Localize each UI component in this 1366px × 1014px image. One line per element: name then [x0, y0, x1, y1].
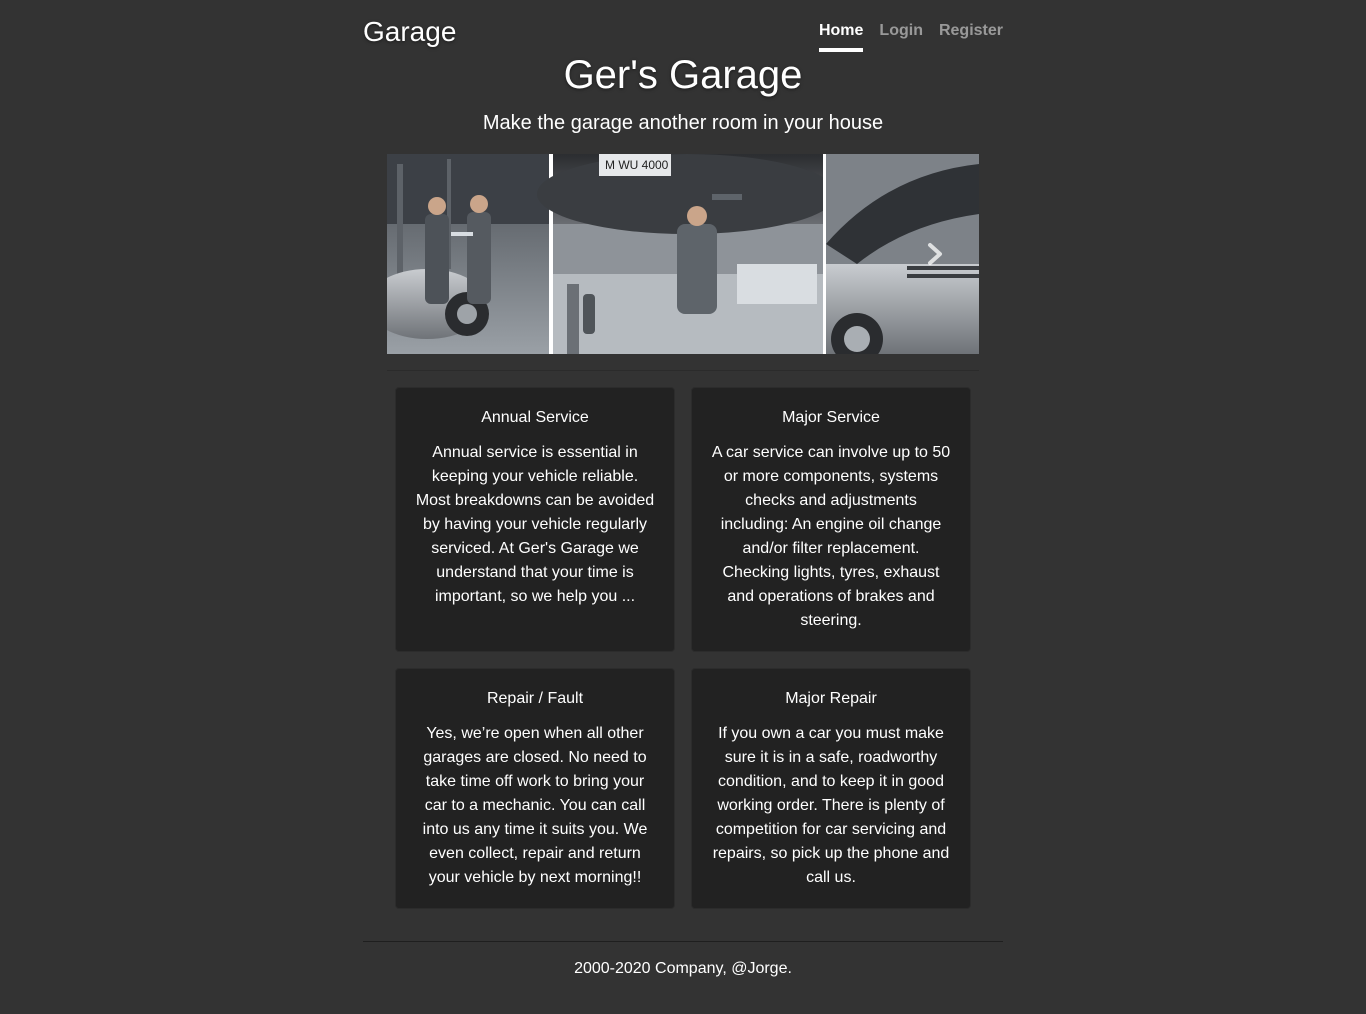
divider: [387, 370, 979, 371]
service-card-repair-fault: Repair / Fault Yes, we’re open when all …: [395, 668, 675, 909]
service-title: Major Service: [782, 409, 880, 426]
service-description: Yes, we’re open when all other garages a…: [422, 725, 648, 886]
license-plate-text: M WU 4000: [605, 158, 669, 172]
masthead: Garage Home Login Register: [363, 14, 1003, 54]
nav-register-link[interactable]: Register: [939, 22, 1003, 52]
service-card-major-service: Major Service A car service can involve …: [691, 387, 971, 652]
service-title: Major Repair: [785, 690, 877, 707]
page-subtitle: Make the garage another room in your hou…: [482, 112, 884, 134]
page-title: Ger's Garage: [563, 53, 803, 97]
main-nav: Home Login Register: [803, 22, 1003, 52]
service-description: Annual service is essential in keeping y…: [415, 444, 655, 605]
service-title: Annual Service: [481, 409, 589, 426]
service-description: If you own a car you must make sure it i…: [712, 725, 950, 886]
nav-login-link[interactable]: Login: [879, 22, 923, 52]
service-description: A car service can involve up to 50 or mo…: [711, 444, 951, 629]
footer-copyright: 2000-2020 Company, @Jorge.: [574, 960, 792, 977]
service-card-annual: Annual Service Annual service is essenti…: [395, 387, 675, 652]
service-title: Repair / Fault: [486, 690, 584, 707]
nav-home-link[interactable]: Home: [818, 22, 864, 52]
carousel-mechanics-image: M WU 4000: [387, 154, 979, 354]
brand-logo[interactable]: Garage: [363, 16, 456, 48]
image-carousel[interactable]: M WU 4000: [387, 154, 979, 354]
footer-divider: [363, 941, 1003, 942]
chevron-right-icon[interactable]: [925, 242, 945, 266]
service-card-major-repair: Major Repair If you own a car you must m…: [691, 668, 971, 909]
